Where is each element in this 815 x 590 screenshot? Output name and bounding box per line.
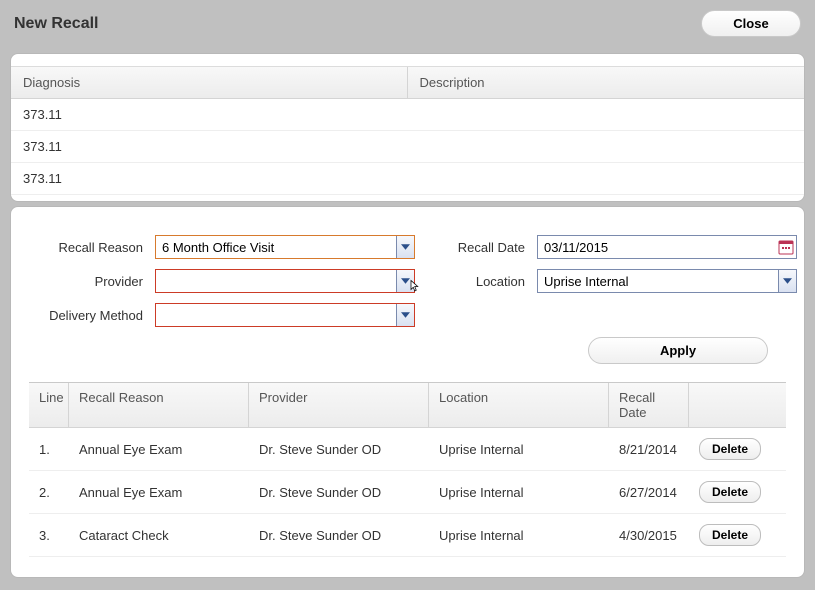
table-row[interactable]: 3. Cataract Check Dr. Steve Sunder OD Up… <box>29 514 786 557</box>
recall-table-header: Line Recall Reason Provider Location Rec… <box>29 382 786 428</box>
close-button[interactable]: Close <box>701 10 801 37</box>
table-row[interactable]: 373.11 <box>11 131 804 163</box>
column-actions <box>689 383 786 427</box>
cell-diagnosis: 373.11 <box>11 163 408 194</box>
recall-date-label: Recall Date <box>421 240 531 255</box>
cell-description <box>408 131 805 162</box>
cell-line: 3. <box>29 518 69 553</box>
provider-combo[interactable] <box>155 269 415 293</box>
recall-table-body: 1. Annual Eye Exam Dr. Steve Sunder OD U… <box>29 428 786 557</box>
calendar-icon[interactable] <box>778 239 794 255</box>
column-diagnosis[interactable]: Diagnosis <box>11 67 408 98</box>
cell-location: Uprise Internal <box>429 518 609 553</box>
column-provider[interactable]: Provider <box>249 383 429 427</box>
cell-reason: Cataract Check <box>69 518 249 553</box>
recall-date-field[interactable] <box>537 235 797 259</box>
delete-button[interactable]: Delete <box>699 481 761 503</box>
chevron-down-icon[interactable] <box>396 270 414 292</box>
table-row[interactable]: 2. Annual Eye Exam Dr. Steve Sunder OD U… <box>29 471 786 514</box>
recall-reason-combo[interactable] <box>155 235 415 259</box>
cell-date: 4/30/2015 <box>609 518 689 553</box>
cell-diagnosis: 373.11 <box>11 131 408 162</box>
cell-reason: Annual Eye Exam <box>69 475 249 510</box>
recall-form-panel: Recall Reason Recall Date Provider Locat… <box>10 206 805 578</box>
delete-button[interactable]: Delete <box>699 438 761 460</box>
diagnosis-table-header: Diagnosis Description <box>11 66 804 99</box>
recall-reason-label: Recall Reason <box>29 240 149 255</box>
table-row[interactable]: 1. Annual Eye Exam Dr. Steve Sunder OD U… <box>29 428 786 471</box>
cell-location: Uprise Internal <box>429 432 609 467</box>
diagnosis-table-body: 373.11 373.11 373.11 <box>11 99 804 195</box>
location-label: Location <box>421 274 531 289</box>
location-combo[interactable] <box>537 269 797 293</box>
delivery-method-combo[interactable] <box>155 303 415 327</box>
delete-button[interactable]: Delete <box>699 524 761 546</box>
delivery-method-input[interactable] <box>155 303 415 327</box>
column-description[interactable]: Description <box>408 67 805 98</box>
cell-provider: Dr. Steve Sunder OD <box>249 432 429 467</box>
chevron-down-icon[interactable] <box>396 236 414 258</box>
cell-line: 2. <box>29 475 69 510</box>
diagnosis-panel: Diagnosis Description 373.11 373.11 373.… <box>10 53 805 202</box>
provider-label: Provider <box>29 274 149 289</box>
cell-location: Uprise Internal <box>429 475 609 510</box>
cell-date: 8/21/2014 <box>609 432 689 467</box>
cell-line: 1. <box>29 432 69 467</box>
table-row[interactable]: 373.11 <box>11 99 804 131</box>
column-line[interactable]: Line <box>29 383 69 427</box>
cell-provider: Dr. Steve Sunder OD <box>249 518 429 553</box>
cell-provider: Dr. Steve Sunder OD <box>249 475 429 510</box>
cell-date: 6/27/2014 <box>609 475 689 510</box>
chevron-down-icon[interactable] <box>778 270 796 292</box>
column-location[interactable]: Location <box>429 383 609 427</box>
chevron-down-icon[interactable] <box>396 304 414 326</box>
table-row[interactable]: 373.11 <box>11 163 804 195</box>
page-title: New Recall <box>14 15 98 33</box>
delivery-method-label: Delivery Method <box>29 308 149 323</box>
apply-button[interactable]: Apply <box>588 337 768 364</box>
column-recall-date[interactable]: Recall Date <box>609 383 689 427</box>
recall-reason-input[interactable] <box>155 235 415 259</box>
location-input[interactable] <box>537 269 797 293</box>
cell-description <box>408 99 805 130</box>
cell-diagnosis: 373.11 <box>11 99 408 130</box>
cell-reason: Annual Eye Exam <box>69 432 249 467</box>
cell-description <box>408 163 805 194</box>
recall-date-input[interactable] <box>537 235 797 259</box>
column-recall-reason[interactable]: Recall Reason <box>69 383 249 427</box>
provider-input[interactable] <box>155 269 415 293</box>
